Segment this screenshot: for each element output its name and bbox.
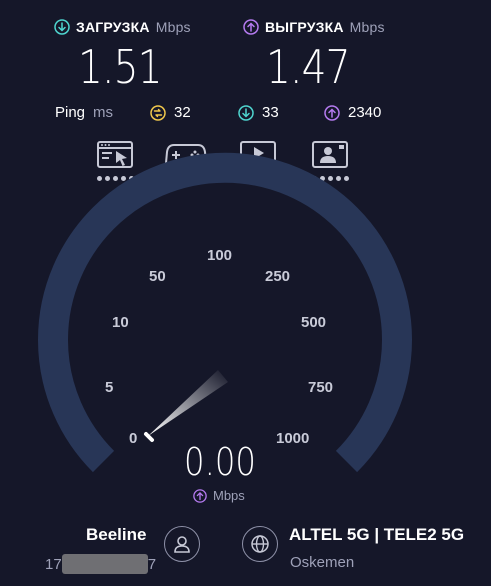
tick-label: 500 [301,314,327,331]
upload-arrow-icon [193,488,207,503]
speed-gauge [38,152,412,473]
ip-redaction [61,554,148,574]
provider-ip: 17 7 [45,554,156,574]
tick-label: 5 [105,379,114,396]
tick-label: 750 [308,379,334,396]
tick-label: 50 [149,268,166,285]
provider-button[interactable] [164,526,200,562]
globe-icon [251,535,269,553]
current-speed-unit-row: Mbps [193,488,245,503]
tick-label: 0 [129,430,138,447]
tick-label: 1000 [276,430,310,447]
current-speed: 0.00 [184,440,256,484]
provider-ip-start: 17 [45,555,62,573]
tick-label: 100 [207,247,233,264]
provider-name: Beeline [86,525,147,544]
tick-label: 250 [265,268,291,285]
server-city: Oskemen [290,554,355,571]
current-speed-unit: Mbps [213,488,245,503]
gauge-arc [38,152,412,473]
user-icon [174,536,190,553]
gauge-needle [148,370,228,436]
provider-ip-end: 7 [147,555,157,573]
tick-label: 10 [112,314,129,331]
server-button[interactable] [242,526,278,562]
server-name[interactable]: ALTEL 5G | TELE2 5G [289,525,464,545]
